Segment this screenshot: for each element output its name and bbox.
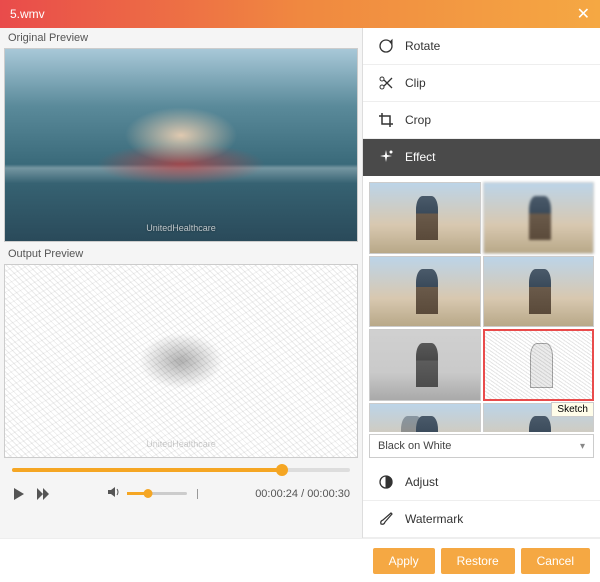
apply-button[interactable]: Apply xyxy=(373,548,435,574)
tool-clip[interactable]: Clip xyxy=(363,65,600,102)
crop-icon xyxy=(377,111,395,129)
effect-dropdown[interactable]: Black on White ▾ xyxy=(369,434,594,458)
tool-effect[interactable]: Effect xyxy=(363,139,600,176)
play-button[interactable] xyxy=(12,487,26,501)
scissors-icon xyxy=(377,74,395,92)
footer: Apply Restore Cancel xyxy=(0,538,600,582)
tool-label: Effect xyxy=(405,150,435,164)
tool-label: Watermark xyxy=(405,512,463,526)
tool-list-top: Rotate Clip Crop Effect xyxy=(363,28,600,176)
time-total: 00:00:30 xyxy=(307,488,350,500)
original-preview-label: Original Preview xyxy=(0,28,362,48)
dropdown-value: Black on White xyxy=(378,440,451,452)
tool-label: Adjust xyxy=(405,475,438,489)
contrast-icon xyxy=(377,473,395,491)
window-title: 5.wmv xyxy=(10,7,45,21)
volume-control xyxy=(107,486,198,501)
effect-thumb[interactable] xyxy=(483,182,595,254)
original-preview: UnitedHealthcare xyxy=(4,48,358,242)
effect-thumb[interactable] xyxy=(483,256,595,328)
time-display: 00:00:24 / 00:00:30 xyxy=(255,488,350,500)
tool-label: Rotate xyxy=(405,39,440,53)
output-preview: UnitedHealthcare xyxy=(4,264,358,458)
restore-button[interactable]: Restore xyxy=(441,548,515,574)
titlebar: 5.wmv ✕ xyxy=(0,0,600,28)
tool-label: Crop xyxy=(405,113,431,127)
volume-icon[interactable] xyxy=(107,486,121,501)
tool-list-bottom: Adjust Watermark xyxy=(363,464,600,538)
video-watermark: UnitedHealthcare xyxy=(146,223,216,233)
effect-tooltip: Sketch xyxy=(551,402,594,417)
time-current: 00:00:24 xyxy=(255,488,298,500)
effect-thumb[interactable] xyxy=(369,329,481,401)
seek-slider[interactable] xyxy=(12,468,350,472)
chevron-down-icon: ▾ xyxy=(580,441,585,452)
brush-icon xyxy=(377,510,395,528)
effect-thumb[interactable] xyxy=(369,256,481,328)
effect-thumb[interactable] xyxy=(369,182,481,254)
tools-panel: Rotate Clip Crop Effect Sketch xyxy=(362,28,600,538)
volume-slider[interactable] xyxy=(127,492,187,495)
effect-thumb[interactable] xyxy=(369,403,481,432)
tool-adjust[interactable]: Adjust xyxy=(363,464,600,501)
sparkle-icon xyxy=(377,148,395,166)
output-preview-label: Output Preview xyxy=(0,244,362,264)
effect-thumb-selected[interactable]: Sketch xyxy=(483,329,595,401)
close-icon[interactable]: ✕ xyxy=(577,4,590,24)
tool-watermark[interactable]: Watermark xyxy=(363,501,600,538)
preview-panel: Original Preview UnitedHealthcare Output… xyxy=(0,28,362,538)
cancel-button[interactable]: Cancel xyxy=(521,548,590,574)
playback-controls: 00:00:24 / 00:00:30 xyxy=(0,476,362,509)
main-content: Original Preview UnitedHealthcare Output… xyxy=(0,28,600,538)
next-button[interactable] xyxy=(36,487,50,501)
tool-label: Clip xyxy=(405,76,426,90)
timeline xyxy=(0,460,362,476)
tool-rotate[interactable]: Rotate xyxy=(363,28,600,65)
effects-grid: Sketch xyxy=(363,176,600,432)
rotate-icon xyxy=(377,37,395,55)
video-watermark-out: UnitedHealthcare xyxy=(146,439,216,449)
tool-crop[interactable]: Crop xyxy=(363,102,600,139)
